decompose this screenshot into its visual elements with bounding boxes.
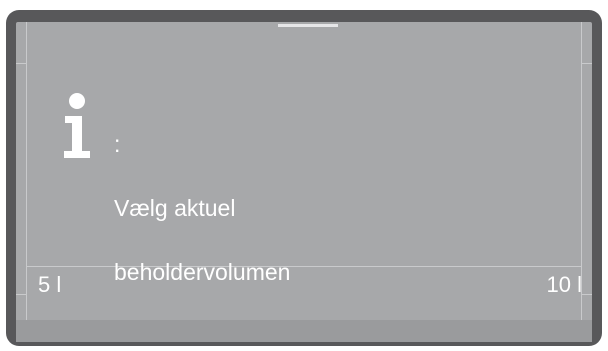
bottom-bar — [16, 320, 592, 342]
message-line-1: Vælg aktuel — [114, 195, 236, 221]
message-title-suffix: : — [114, 131, 121, 157]
info-icon — [64, 93, 90, 158]
frame-tick-top-right — [582, 63, 592, 64]
frame-line-left — [26, 22, 27, 342]
frame-tick-top-left — [16, 63, 26, 64]
frame-tick-bottom-right — [582, 294, 592, 295]
top-indicator — [278, 24, 338, 27]
scale-min-option[interactable]: 5 l — [38, 272, 61, 298]
dialog-message: : Vælg aktuel beholdervolumen — [114, 96, 554, 320]
message-line-2: beholdervolumen — [114, 259, 291, 285]
display-screen: : Vælg aktuel beholdervolumen 5 l 10 l — [16, 22, 592, 342]
device-bezel: : Vælg aktuel beholdervolumen 5 l 10 l — [6, 10, 602, 346]
scale-max-option[interactable]: 10 l — [547, 272, 582, 298]
frame-tick-bottom-left — [16, 294, 26, 295]
